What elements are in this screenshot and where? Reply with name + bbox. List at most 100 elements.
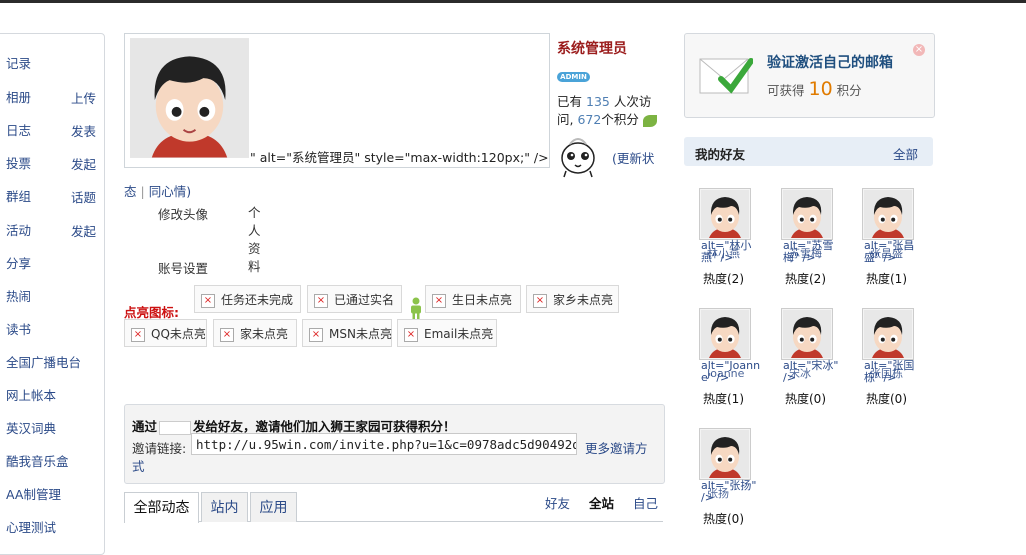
- friend-avatar[interactable]: [699, 428, 751, 480]
- sidebar-action-publish[interactable]: 发表: [71, 121, 96, 140]
- invite-link-label: 邀请链接:: [132, 441, 187, 456]
- sidebar-item-psych-test[interactable]: 心理测试: [6, 517, 56, 536]
- sidebar-item-hot[interactable]: 热闹: [6, 286, 31, 305]
- sidebar-item-blog[interactable]: 日志: [6, 120, 31, 139]
- tab-site[interactable]: 站内: [201, 492, 248, 522]
- visits-count: 135: [586, 94, 610, 109]
- badge-home[interactable]: × 家未点亮: [213, 319, 297, 347]
- friend-name[interactable]: 苏雪梅: [789, 248, 849, 260]
- sidebar-item-ledger[interactable]: 网上帐本: [6, 385, 56, 404]
- badge-text: 已通过实名: [334, 293, 395, 307]
- sidebar-item-record[interactable]: 记录: [6, 53, 31, 72]
- person-icon: [411, 297, 421, 319]
- more-invite-link[interactable]: 更多邀请方: [585, 438, 648, 457]
- friend-name[interactable]: 宋冰: [789, 368, 849, 380]
- friend-heat: 热度(2): [785, 272, 826, 286]
- friend-avatar[interactable]: [862, 188, 914, 240]
- broken-image-icon: ×: [314, 293, 328, 308]
- badge-email[interactable]: × Email未点亮: [397, 319, 497, 347]
- broken-image-alt-text: " alt="系统管理员" style="max-width:120px;" /…: [250, 150, 549, 165]
- close-icon[interactable]: ×: [913, 44, 925, 56]
- mood-face-icon: [561, 138, 595, 178]
- friend-avatar[interactable]: [699, 308, 751, 360]
- friends-all-link[interactable]: 全部: [893, 144, 918, 163]
- personal-info-link[interactable]: 个人资料: [248, 204, 262, 276]
- more-invite-link-tail[interactable]: 式: [132, 456, 145, 475]
- badge-task[interactable]: × 任务还未完成: [194, 285, 301, 313]
- friend-avatar[interactable]: [699, 188, 751, 240]
- badge-text: 任务还未完成: [221, 293, 294, 307]
- admin-badge: ADMIN: [557, 72, 590, 82]
- friend-avatar[interactable]: [862, 308, 914, 360]
- sidebar-action-event-start[interactable]: 发起: [71, 221, 96, 240]
- friends-title: 我的好友: [695, 147, 746, 162]
- broken-image-icon: ×: [404, 327, 418, 342]
- invite-title-prefix: 通过: [132, 419, 158, 434]
- friend-heat: 热度(0): [785, 392, 826, 406]
- badge-realname[interactable]: × 已通过实名: [307, 285, 402, 313]
- badge-msn[interactable]: × MSN未点亮: [302, 319, 392, 347]
- friend-avatar[interactable]: [781, 308, 833, 360]
- friend-heat: 热度(0): [703, 512, 744, 526]
- leaf-icon: [642, 114, 657, 127]
- mood-link-tail[interactable]: 态: [124, 184, 137, 199]
- username[interactable]: 系统管理员: [557, 38, 627, 58]
- sidebar-item-dictionary[interactable]: 英汉词典: [6, 418, 56, 437]
- friend-heat: 热度(1): [703, 392, 744, 406]
- update-mood-link[interactable]: (更新状: [612, 148, 654, 167]
- account-settings-link[interactable]: 账号设置: [158, 258, 208, 277]
- broken-image-icon: ×: [131, 327, 145, 342]
- friend-name[interactable]: 张国栋: [870, 368, 930, 380]
- filter-self[interactable]: 自己: [633, 493, 658, 512]
- sidebar-item-reading[interactable]: 读书: [6, 319, 31, 338]
- sidebar-item-aa[interactable]: AA制管理: [6, 484, 61, 503]
- friend-name[interactable]: 张昌盛: [870, 248, 930, 260]
- badge-text: 生日未点亮: [452, 293, 513, 307]
- verify-email-reward: 可获得 10 积分: [767, 78, 862, 100]
- invite-link-field[interactable]: http://u.95win.com/invite.php?u=1&c=0978…: [191, 433, 577, 455]
- sidebar-item-group[interactable]: 群组: [6, 186, 31, 205]
- filter-all-site[interactable]: 全站: [589, 493, 614, 512]
- sidebar-action-topic[interactable]: 话题: [71, 187, 96, 206]
- broken-image-placeholder: [159, 420, 192, 435]
- sidebar-item-radio[interactable]: 全国广播电台: [6, 352, 81, 371]
- friend-heat: 热度(0): [866, 392, 907, 406]
- reward-suffix: 积分: [836, 83, 862, 98]
- broken-image-icon: ×: [309, 327, 323, 342]
- badge-birthday[interactable]: × 生日未点亮: [425, 285, 521, 313]
- friend-avatar[interactable]: [781, 188, 833, 240]
- badge-text: MSN未点亮: [329, 327, 392, 341]
- badge-qq[interactable]: × QQ未点亮: [124, 319, 207, 347]
- reward-prefix: 可获得: [767, 83, 805, 98]
- top-bar: [0, 0, 1026, 3]
- filter-friends[interactable]: 好友: [545, 493, 570, 512]
- sidebar-action-upload[interactable]: 上传: [71, 88, 96, 107]
- friend-name[interactable]: 张扬: [707, 488, 767, 500]
- visit-stats: 已有 135 人次访问, 672个积分: [557, 93, 665, 129]
- mood-link-continued[interactable]: 态 | 同心情): [124, 181, 191, 200]
- sidebar-action-vote-start[interactable]: 发起: [71, 154, 96, 173]
- points-suffix: 个积分: [601, 112, 639, 127]
- friend-name[interactable]: 林小燕: [707, 248, 767, 260]
- friend-name[interactable]: Joanne: [707, 368, 767, 380]
- tab-apps[interactable]: 应用: [250, 492, 297, 522]
- points-count: 672: [577, 112, 602, 127]
- sidebar-item-vote[interactable]: 投票: [6, 153, 31, 172]
- mood-separator: |: [140, 184, 145, 199]
- sidebar-item-event[interactable]: 活动: [6, 220, 31, 239]
- badge-text: 家乡未点亮: [553, 293, 614, 307]
- tab-all-feed[interactable]: 全部动态: [124, 492, 199, 523]
- edit-avatar-link[interactable]: 修改头像: [158, 204, 208, 223]
- sidebar-item-album[interactable]: 相册: [6, 87, 31, 106]
- avatar[interactable]: [130, 38, 249, 158]
- friend-heat: 热度(1): [866, 272, 907, 286]
- same-mood-link[interactable]: 同心情): [149, 184, 191, 199]
- sidebar-item-music[interactable]: 酷我音乐盒: [6, 451, 69, 470]
- badge-text: 家未点亮: [240, 327, 289, 341]
- sidebar-item-share[interactable]: 分享: [6, 253, 31, 272]
- friend-heat: 热度(2): [703, 272, 744, 286]
- envelope-check-icon: [699, 58, 753, 94]
- reward-points: 10: [808, 78, 833, 100]
- badge-hometown[interactable]: × 家乡未点亮: [526, 285, 619, 313]
- verify-email-title[interactable]: 验证激活自己的邮箱: [767, 52, 893, 72]
